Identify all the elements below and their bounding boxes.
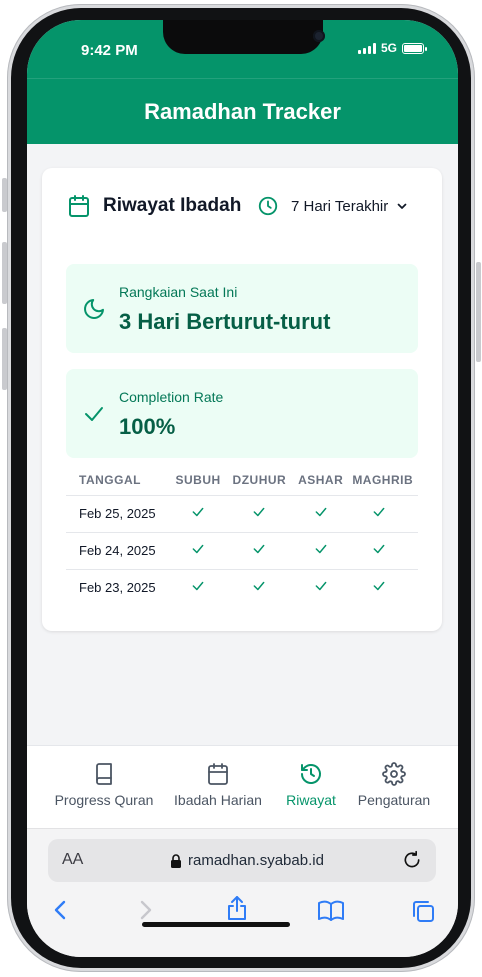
notch [163,20,325,54]
check-icon [192,582,204,591]
streak-label: Rangkaian Saat Ini [119,284,238,300]
tabs-icon[interactable] [411,899,435,923]
column-header-dzuhur: DZUHUR [232,472,287,487]
forward-icon[interactable] [137,899,155,921]
check-icon [192,544,204,554]
url-text: ramadhan.syabab.id [188,852,324,869]
nav-label: Riwayat [286,792,336,808]
nav-item-progress-quran[interactable]: Progress Quran [54,762,154,808]
row-date: Feb 25, 2025 [66,494,169,532]
table-row: Feb 23, 2025 [66,568,418,606]
card-header: Riwayat Ibadah [67,194,241,218]
streak-value: 3 Hari Berturut-turut [119,309,331,334]
row-date: Feb 24, 2025 [66,531,169,569]
range-select-value: 7 Hari Terakhir [291,197,389,215]
status-time: 9:42 PM [81,42,138,59]
home-indicator [142,922,290,927]
app-header: 9:42 PM 5G Ramadhan Tracker [27,20,458,144]
check-icon [373,544,385,554]
share-icon[interactable] [225,895,249,921]
screen: 9:42 PM 5G Ramadhan Tracker Riwayat Ibad… [27,20,458,957]
network-type: 5G [380,41,397,55]
gear-icon [382,762,406,786]
book-icon [96,763,112,785]
browser-chrome: AA ramadhan.syabab.id [27,828,458,957]
completion-stat: Completion Rate 100% [66,369,418,458]
column-header-date: TANGGAL [79,472,141,487]
history-card: Riwayat Ibadah 7 Hari Terakhir Rangkaian… [42,168,442,631]
check-icon [253,582,265,591]
volume-down-button [2,328,7,390]
address-bar[interactable]: AA ramadhan.syabab.id [48,839,436,882]
bottom-nav: Progress Quran Ibadah Harian Riwayat Pen… [27,745,458,828]
nav-item-pengaturan[interactable]: Pengaturan [353,762,435,808]
moon-icon [84,299,104,319]
reload-icon[interactable] [402,850,422,870]
power-button [476,262,481,362]
bookmarks-icon[interactable] [317,899,345,921]
check-icon [192,507,204,517]
check-icon [253,507,265,517]
history-table-scroll[interactable]: TANGGAL SUBUH DZUHUR ASHAR MAGHRIB Feb 2… [66,465,418,606]
reader-options-button[interactable]: AA [62,851,83,869]
streak-stat: Rangkaian Saat Ini 3 Hari Berturut-turut [66,264,418,353]
silent-switch [2,178,7,212]
column-header-maghrib: MAGHRIB [352,472,414,487]
table-header-row: TANGGAL SUBUH DZUHUR ASHAR MAGHRIB [66,465,418,495]
card-title: Riwayat Ibadah [103,195,242,216]
nav-label: Pengaturan [357,792,431,808]
column-header-ashar: ASHAR [298,472,344,487]
camera-icon [313,30,325,42]
status-indicators: 5G [357,41,427,55]
history-table: TANGGAL SUBUH DZUHUR ASHAR MAGHRIB Feb 2… [66,465,418,606]
check-icon [373,507,385,517]
check-icon [85,407,103,421]
nav-label: Ibadah Harian [174,792,262,808]
check-icon [373,582,385,591]
table-row: Feb 24, 2025 [66,531,418,569]
calendar-icon [69,195,89,217]
chevron-down-icon [397,203,407,209]
battery-icon [402,42,427,54]
completion-label: Completion Rate [119,389,224,405]
volume-up-button [2,242,7,304]
cellular-signal-icon [357,42,376,54]
range-select[interactable]: 7 Hari Terakhir [257,195,408,217]
check-icon [315,544,327,554]
check-icon [253,544,265,554]
completion-value: 100% [119,414,176,439]
nav-item-riwayat[interactable]: Riwayat [281,762,341,808]
table-row: Feb 25, 2025 [66,494,418,532]
lock-icon [171,853,181,868]
back-icon[interactable] [51,899,69,921]
check-icon [315,507,327,517]
column-header-subuh: SUBUH [175,472,221,487]
clock-icon [258,196,278,216]
row-date: Feb 23, 2025 [66,568,169,606]
check-icon [315,582,327,591]
calendar-icon [208,763,228,785]
history-icon [301,764,321,784]
page-title: Ramadhan Tracker [144,99,341,124]
nav-label: Progress Quran [54,792,154,808]
nav-item-ibadah-harian[interactable]: Ibadah Harian [168,762,268,808]
